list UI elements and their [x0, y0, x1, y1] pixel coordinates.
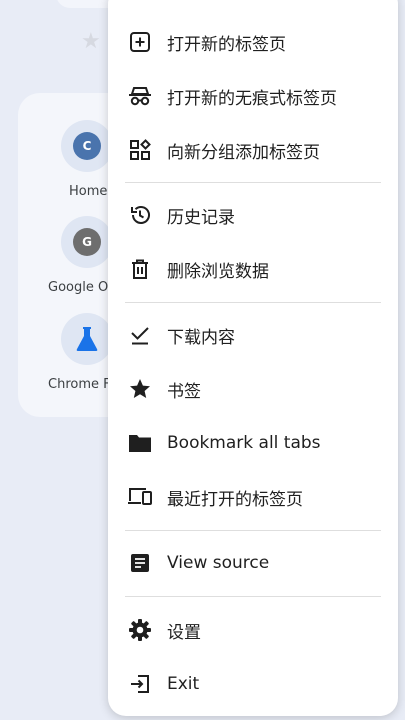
shortcut-favicon: G: [61, 216, 113, 268]
menu-divider: [125, 596, 381, 597]
menu-item-view-source[interactable]: View source: [108, 538, 398, 588]
menu-divider: [125, 530, 381, 531]
trash-icon: [126, 255, 154, 283]
menu-item-exit[interactable]: Exit: [108, 659, 398, 709]
menu-item-recent-tabs[interactable]: 最近打开的标签页: [108, 472, 398, 522]
new-tab-icon: [126, 28, 154, 56]
download-check-icon: [126, 321, 154, 349]
gear-icon: [126, 616, 154, 644]
shortcut-initial: G: [73, 228, 101, 256]
menu-item-bookmark-all-tabs[interactable]: Bookmark all tabs: [108, 418, 398, 468]
folder-icon: [126, 429, 154, 457]
shortcut-initial: C: [73, 132, 101, 160]
menu-item-label: 向新分组添加标签页: [167, 142, 320, 163]
exit-icon: [126, 670, 154, 698]
menu-item-new-tab[interactable]: 打开新的标签页: [108, 17, 398, 67]
menu-item-label: 最近打开的标签页: [167, 489, 303, 510]
menu-item-label: 历史记录: [167, 207, 235, 228]
overflow-menu: 打开新的标签页 打开新的无痕式标签页 向新分组添加标签页 历史记录 删除浏览数据…: [108, 0, 398, 716]
flask-icon: [76, 327, 98, 351]
menu-item-label: Exit: [167, 674, 200, 694]
menu-item-settings[interactable]: 设置: [108, 605, 398, 655]
menu-item-history[interactable]: 历史记录: [108, 190, 398, 240]
menu-item-bookmarks[interactable]: 书签: [108, 364, 398, 414]
menu-item-downloads[interactable]: 下载内容: [108, 310, 398, 360]
shortcut-favicon: C: [61, 120, 113, 172]
menu-item-label: 下载内容: [167, 327, 235, 348]
menu-item-label: 删除浏览数据: [167, 261, 269, 282]
menu-item-label: 书签: [167, 381, 201, 402]
menu-item-add-to-new-group[interactable]: 向新分组添加标签页: [108, 125, 398, 175]
menu-item-label: 打开新的无痕式标签页: [167, 88, 337, 109]
article-icon: [126, 549, 154, 577]
incognito-icon: [126, 82, 154, 110]
shortcut-favicon: [61, 313, 113, 365]
menu-divider: [125, 302, 381, 303]
menu-item-label: View source: [167, 553, 270, 573]
star-icon[interactable]: ★: [81, 31, 103, 53]
menu-item-clear-browsing-data[interactable]: 删除浏览数据: [108, 244, 398, 294]
history-icon: [126, 201, 154, 229]
devices-icon: [126, 483, 154, 511]
tab-group-icon: [126, 136, 154, 164]
menu-item-label: 设置: [167, 622, 201, 643]
menu-item-new-incognito-tab[interactable]: 打开新的无痕式标签页: [108, 71, 398, 121]
menu-item-label: Bookmark all tabs: [167, 433, 321, 453]
star-icon: [126, 375, 154, 403]
menu-divider: [125, 182, 381, 183]
menu-item-label: 打开新的标签页: [167, 34, 286, 55]
